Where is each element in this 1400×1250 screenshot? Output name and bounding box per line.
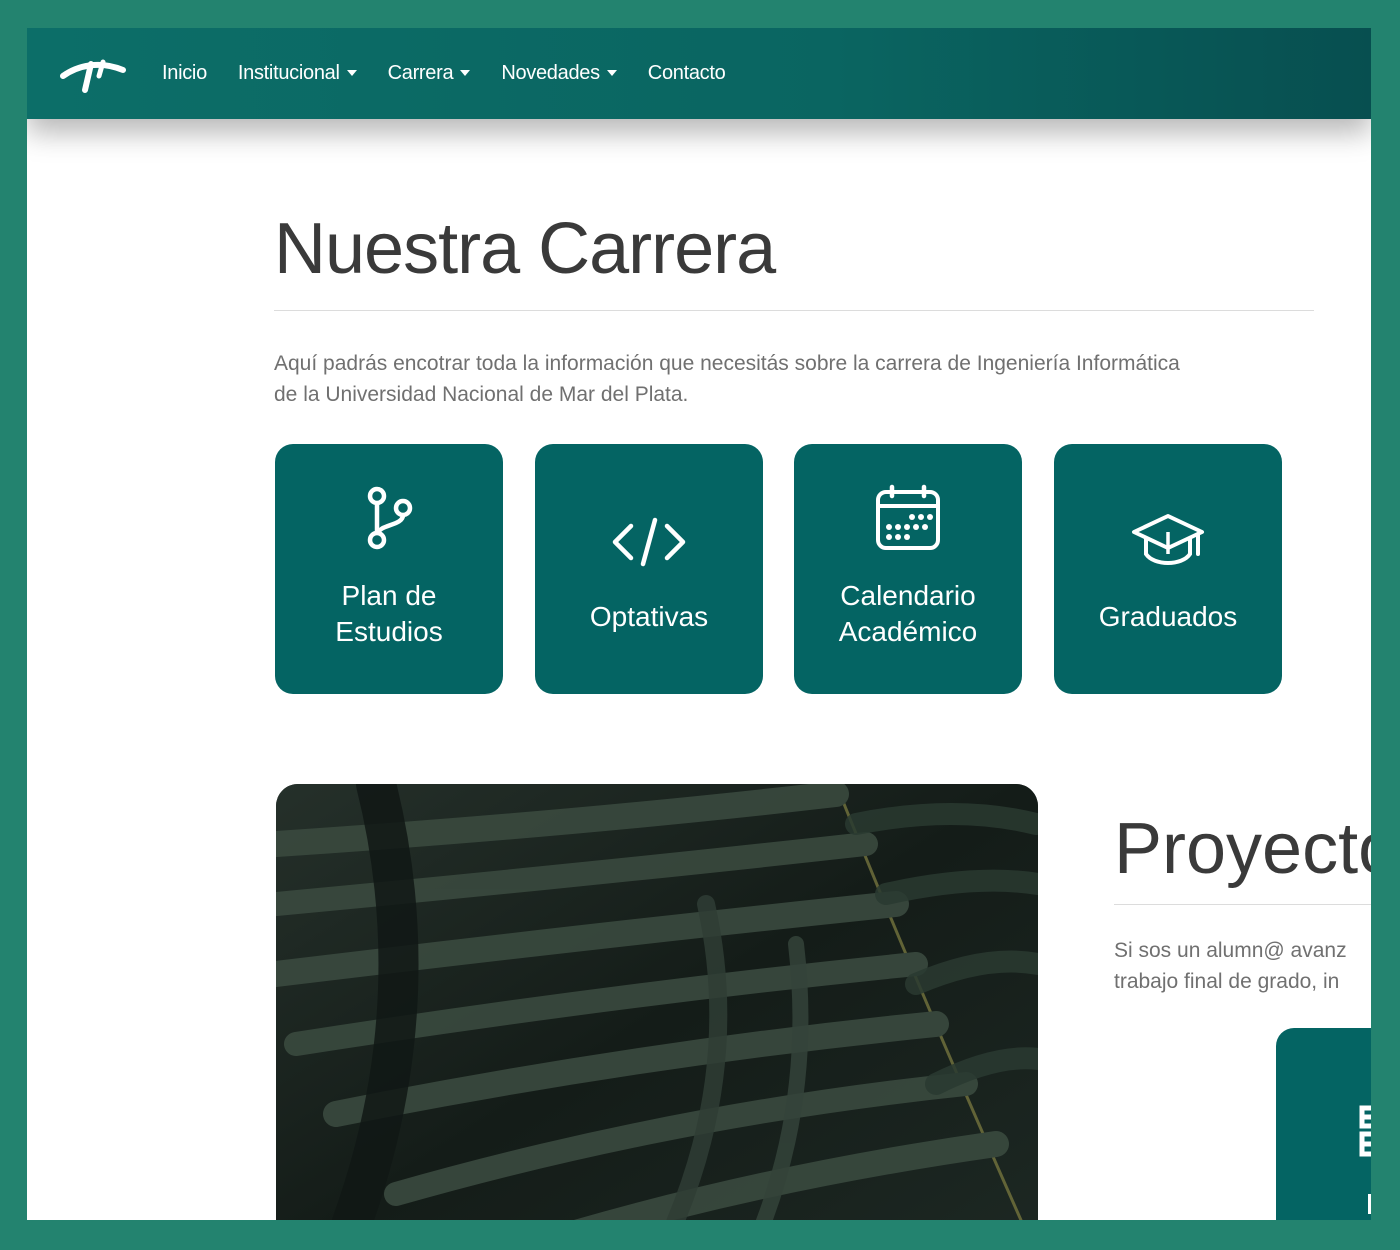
projects-card-label-fragment: [1368, 1194, 1371, 1214]
logo-icon[interactable]: [59, 46, 127, 96]
card-label-line-2: Estudios: [335, 616, 443, 647]
card-label-line-1: Plan de: [341, 580, 437, 611]
palm-leaves-image: [276, 784, 1038, 1220]
nav-carrera[interactable]: Carrera: [388, 62, 471, 85]
palm-leaves-photo: [276, 784, 1038, 1220]
nav-institucional[interactable]: Institucional: [238, 62, 357, 85]
projects-card[interactable]: [1276, 1028, 1371, 1220]
nav-contacto[interactable]: Contacto: [648, 62, 726, 85]
caret-down-icon: [606, 69, 617, 76]
git-branch-icon: [367, 486, 413, 550]
caret-down-icon: [460, 69, 471, 76]
caret-down-icon: [346, 69, 357, 76]
card-label: Graduados: [1098, 601, 1238, 632]
intro-text: Aquí padrás encotrar toda la información…: [274, 348, 1324, 410]
projects-line-2: trabajo final de grado, in: [1114, 970, 1340, 993]
card-graduados[interactable]: Graduados: [1054, 444, 1282, 694]
intro-line-2: de la Universidad Nacional de Mar del Pl…: [274, 383, 689, 406]
calendar-icon: [876, 484, 940, 550]
projects-title: Proyecto: [1114, 809, 1371, 889]
intro-line-1: Aquí padrás encotrar toda la información…: [274, 352, 1180, 375]
card-label: Optativas: [589, 601, 709, 632]
browser-viewport: Inicio Institucional Carrera Novedades C…: [27, 28, 1371, 1220]
graduation-cap-icon: [1132, 514, 1204, 565]
title-divider: [274, 310, 1314, 311]
card-optativas[interactable]: Optativas: [535, 444, 763, 694]
card-plan-de-estudios[interactable]: Plan de Estudios: [275, 444, 503, 694]
card-label-line-2: Académico: [838, 616, 978, 647]
nav-novedades[interactable]: Novedades: [501, 62, 617, 85]
project-icon: [1359, 1105, 1371, 1157]
projects-text: Si sos un alumn@ avanz trabajo final de …: [1114, 935, 1371, 997]
nav-inicio[interactable]: Inicio: [162, 62, 207, 85]
card-label-line-1: Calendario: [840, 580, 976, 611]
page-title: Nuestra Carrera: [274, 209, 776, 289]
projects-line-1: Si sos un alumn@ avanz: [1114, 939, 1347, 962]
navbar: Inicio Institucional Carrera Novedades C…: [27, 28, 1371, 119]
card-calendario-academico[interactable]: Calendario Académico: [794, 444, 1022, 694]
projects-divider: [1114, 904, 1371, 905]
code-icon: [612, 517, 686, 567]
